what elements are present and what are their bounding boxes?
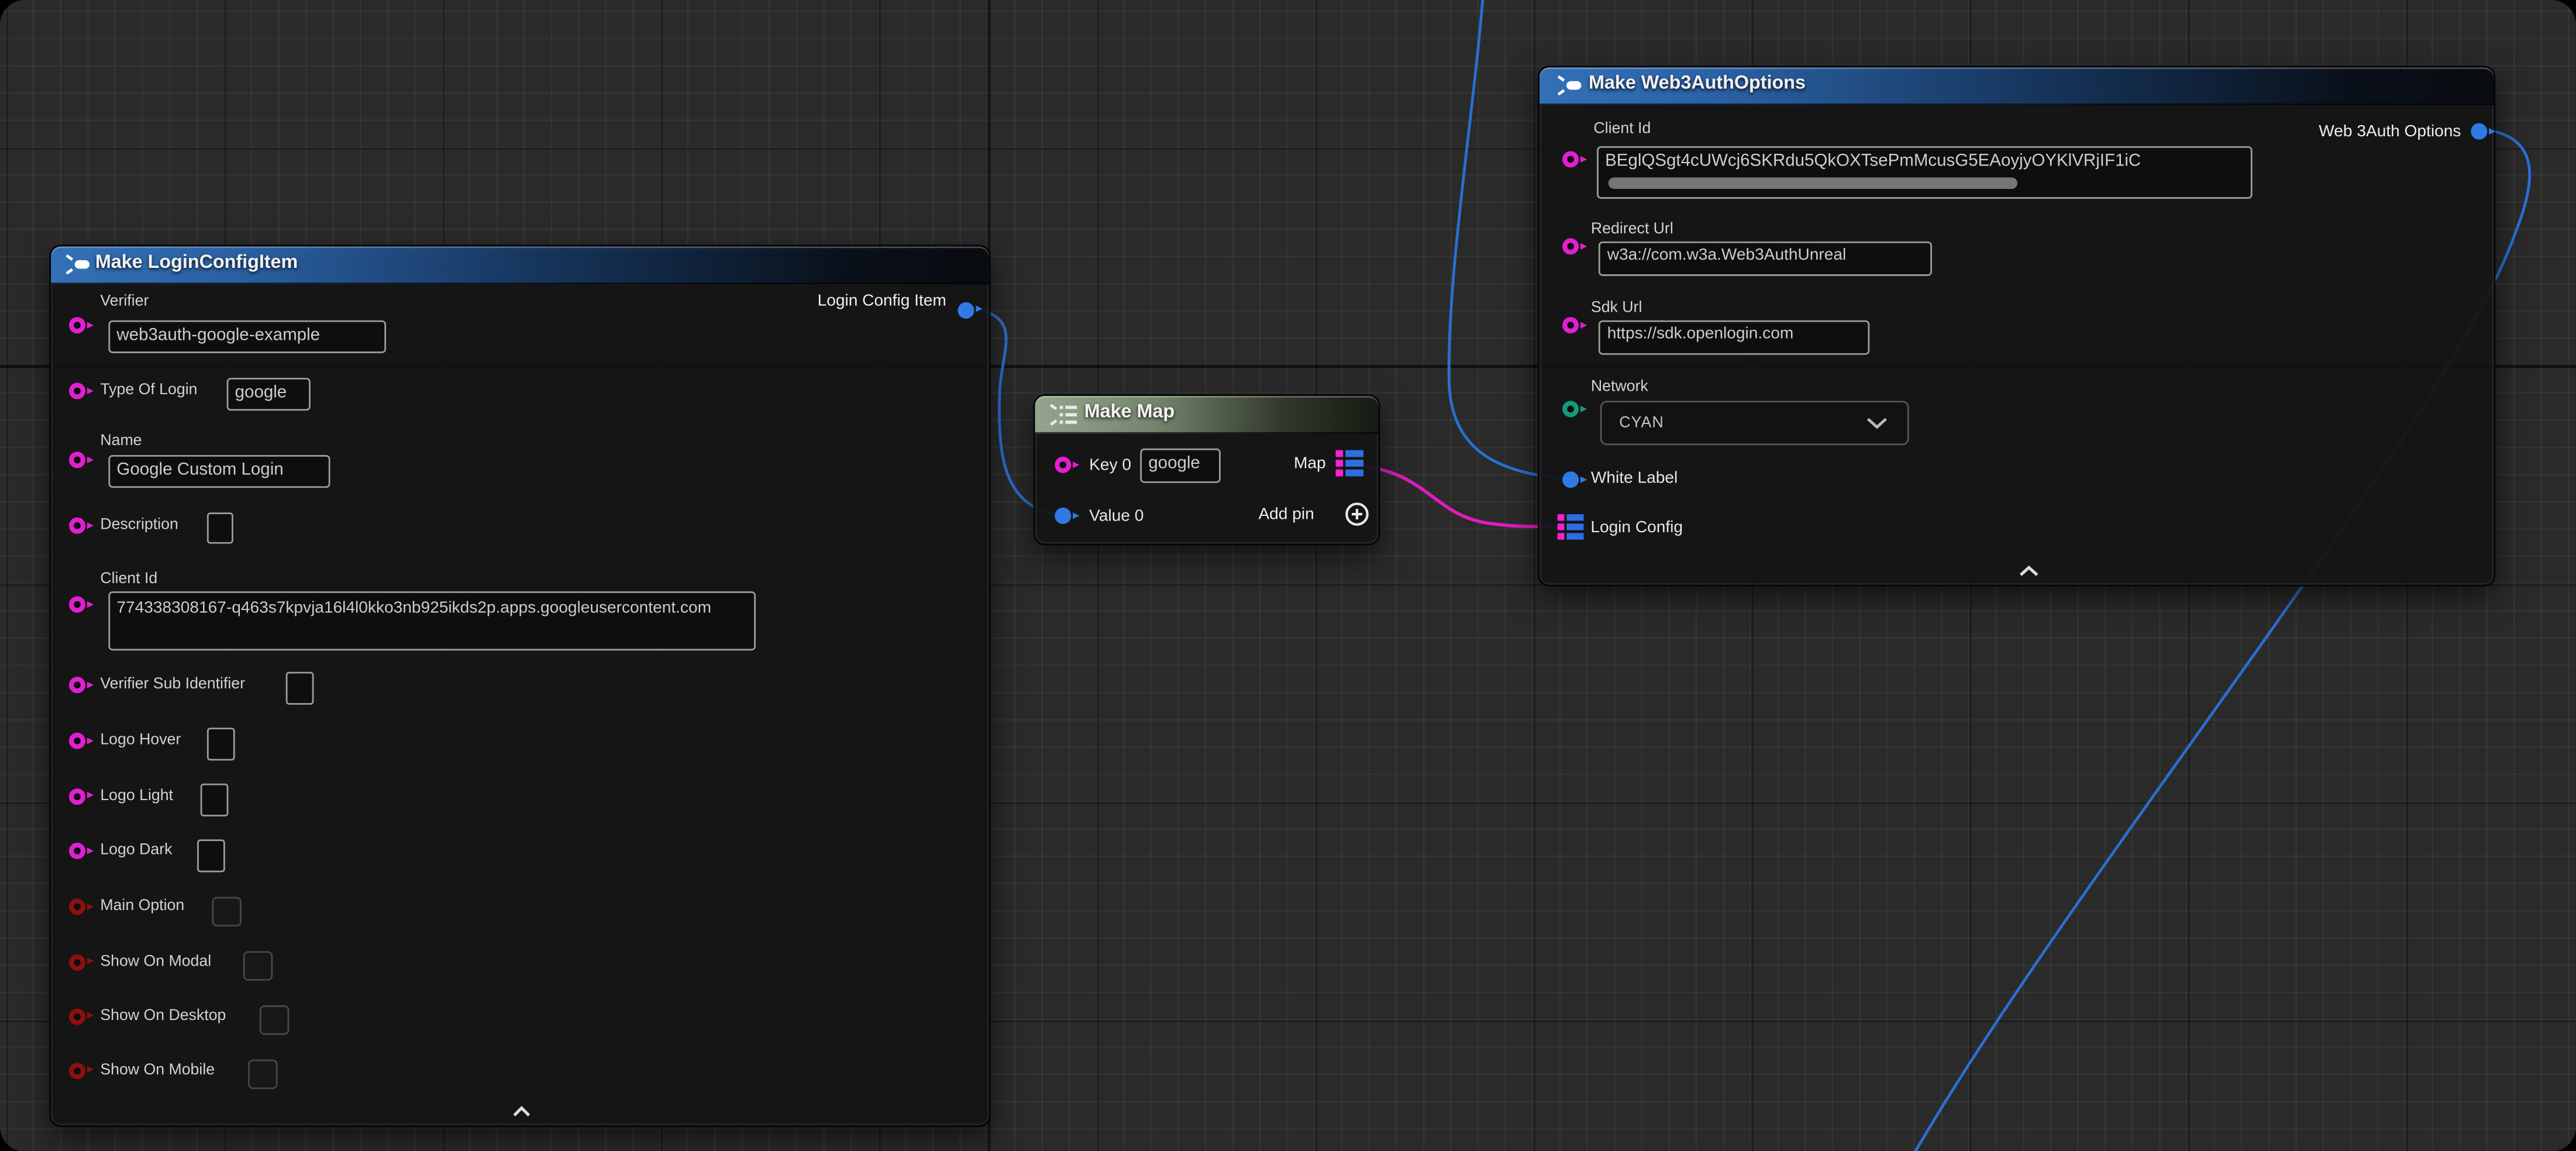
pin-label-white-label: White Label [1591,470,1678,488]
network-dropdown-value: CYAN [1619,414,1664,432]
input-pin-sdk-url[interactable] [1562,317,1578,333]
main-option-checkbox[interactable] [212,897,240,926]
node-header-make-map[interactable]: Make Map [1035,396,1378,433]
pin-label-key0: Key 0 [1089,457,1131,475]
output-pin-login-config-item[interactable] [958,301,974,318]
pin-label-show-on-modal: Show On Modal [100,952,211,970]
node-header-make-loginconfigitem[interactable]: Make LoginConfigItem [51,246,989,283]
node-title: Make LoginConfigItem [95,246,298,281]
type-of-login-input[interactable]: google [227,378,311,410]
input-pin-key0[interactable] [1055,457,1071,473]
pin-label-type-of-login: Type Of Login [100,381,197,399]
make-struct-icon [64,254,91,274]
pin-label-network: Network [1591,378,1648,396]
output-pin-map[interactable] [1335,449,1363,475]
input-pin-login-config[interactable] [1558,515,1585,540]
input-pin-show-on-desktop[interactable] [69,1008,85,1025]
input-pin-show-on-mobile[interactable] [69,1062,85,1078]
input-pin-type-of-login[interactable] [69,382,85,399]
input-pin-logo-hover[interactable] [69,733,85,749]
show-on-mobile-checkbox[interactable] [248,1060,277,1088]
add-pin-label: Add pin [1258,506,1314,524]
input-pin-white-label[interactable] [1562,471,1578,488]
pin-label-client-id: Client Id [1593,120,1651,138]
sdk-url-input[interactable]: https://sdk.openlogin.com [1599,321,1870,354]
pin-label-value0: Value 0 [1089,508,1144,526]
node-title: Make Map [1084,396,1175,431]
input-pin-client-id[interactable] [69,597,85,613]
pin-label-verifier-sub-identifier: Verifier Sub Identifier [100,675,245,693]
output-pin-label: Login Config Item [818,292,946,311]
pin-label-logo-hover: Logo Hover [100,731,181,749]
pin-label-logo-light: Logo Light [100,786,173,804]
client-id-input[interactable]: BEglQSgt4cUWcj6SKRdu5QkOXTsePmMcusG5EAoy… [1597,147,2253,199]
network-dropdown[interactable]: CYAN [1600,401,1910,445]
description-input[interactable] [206,512,232,543]
input-pin-show-on-modal[interactable] [69,953,85,970]
output-pin-label-map: Map [1294,455,1326,473]
pin-label-verifier: Verifier [100,292,149,311]
chevron-down-icon [1866,417,1888,429]
input-pin-name[interactable] [69,452,85,468]
node-make-map[interactable]: Make Map Key 0 google Map Value 0 Add pi… [1034,394,1380,545]
logo-light-input[interactable] [201,784,229,816]
client-id-input[interactable]: 774338308167-q463s7kpvja16l4l0kko3nb925i… [108,591,756,650]
node-make-web3authoptions[interactable]: Make Web3AuthOptions Web 3Auth Options C… [1538,66,2495,586]
pin-label-show-on-desktop: Show On Desktop [100,1007,226,1025]
input-pin-logo-light[interactable] [69,788,85,804]
pin-label-name: Name [100,432,142,450]
input-pin-verifier[interactable] [69,317,85,333]
pin-label-redirect-url: Redirect Url [1591,220,1673,238]
input-pin-value0[interactable] [1055,508,1071,524]
logo-hover-input[interactable] [207,728,235,760]
verifier-input[interactable]: web3auth-google-example [108,321,386,353]
input-pin-client-id[interactable] [1562,151,1579,167]
input-pin-main-option[interactable] [69,898,85,915]
input-pin-logo-dark[interactable] [69,843,85,859]
collapse-node-chevron-icon[interactable] [2019,565,2039,577]
verifier-sub-identifier-input[interactable] [286,672,314,705]
blueprint-graph-canvas[interactable]: Make LoginConfigItem Login Config Item V… [0,0,2576,1151]
input-pin-verifier-sub-identifier[interactable] [69,677,85,693]
node-make-loginconfigitem[interactable]: Make LoginConfigItem Login Config Item V… [49,244,990,1126]
node-title: Make Web3AuthOptions [1589,67,1806,102]
collapse-node-chevron-icon[interactable] [512,1105,531,1117]
name-input[interactable]: Google Custom Login [108,455,330,487]
pin-label-sdk-url: Sdk Url [1591,299,1642,317]
make-map-icon [1048,404,1078,425]
client-id-scrollbar[interactable] [1609,177,2017,189]
pin-label-login-config: Login Config [1590,519,1683,537]
input-pin-redirect-url[interactable] [1562,238,1578,254]
pin-label-main-option: Main Option [100,897,184,915]
input-pin-network[interactable] [1562,401,1578,417]
output-pin-label: Web 3Auth Options [2319,122,2461,140]
pin-label-description: Description [100,516,178,534]
node-header-make-web3authoptions[interactable]: Make Web3AuthOptions [1540,67,2494,104]
make-struct-icon [1556,75,1582,95]
show-on-desktop-checkbox[interactable] [260,1005,288,1034]
add-pin-icon[interactable] [1344,501,1370,528]
pin-label-show-on-mobile: Show On Mobile [100,1061,215,1079]
pin-label-logo-dark: Logo Dark [100,841,172,859]
show-on-modal-checkbox[interactable] [243,951,272,980]
input-pin-description[interactable] [69,518,85,534]
pin-label-client-id: Client Id [100,570,157,588]
logo-dark-input[interactable] [197,839,225,872]
key0-input[interactable]: google [1140,449,1221,483]
output-pin-web3auth-options[interactable] [2471,123,2487,140]
redirect-url-input[interactable]: w3a://com.w3a.Web3AuthUnreal [1599,242,1933,275]
